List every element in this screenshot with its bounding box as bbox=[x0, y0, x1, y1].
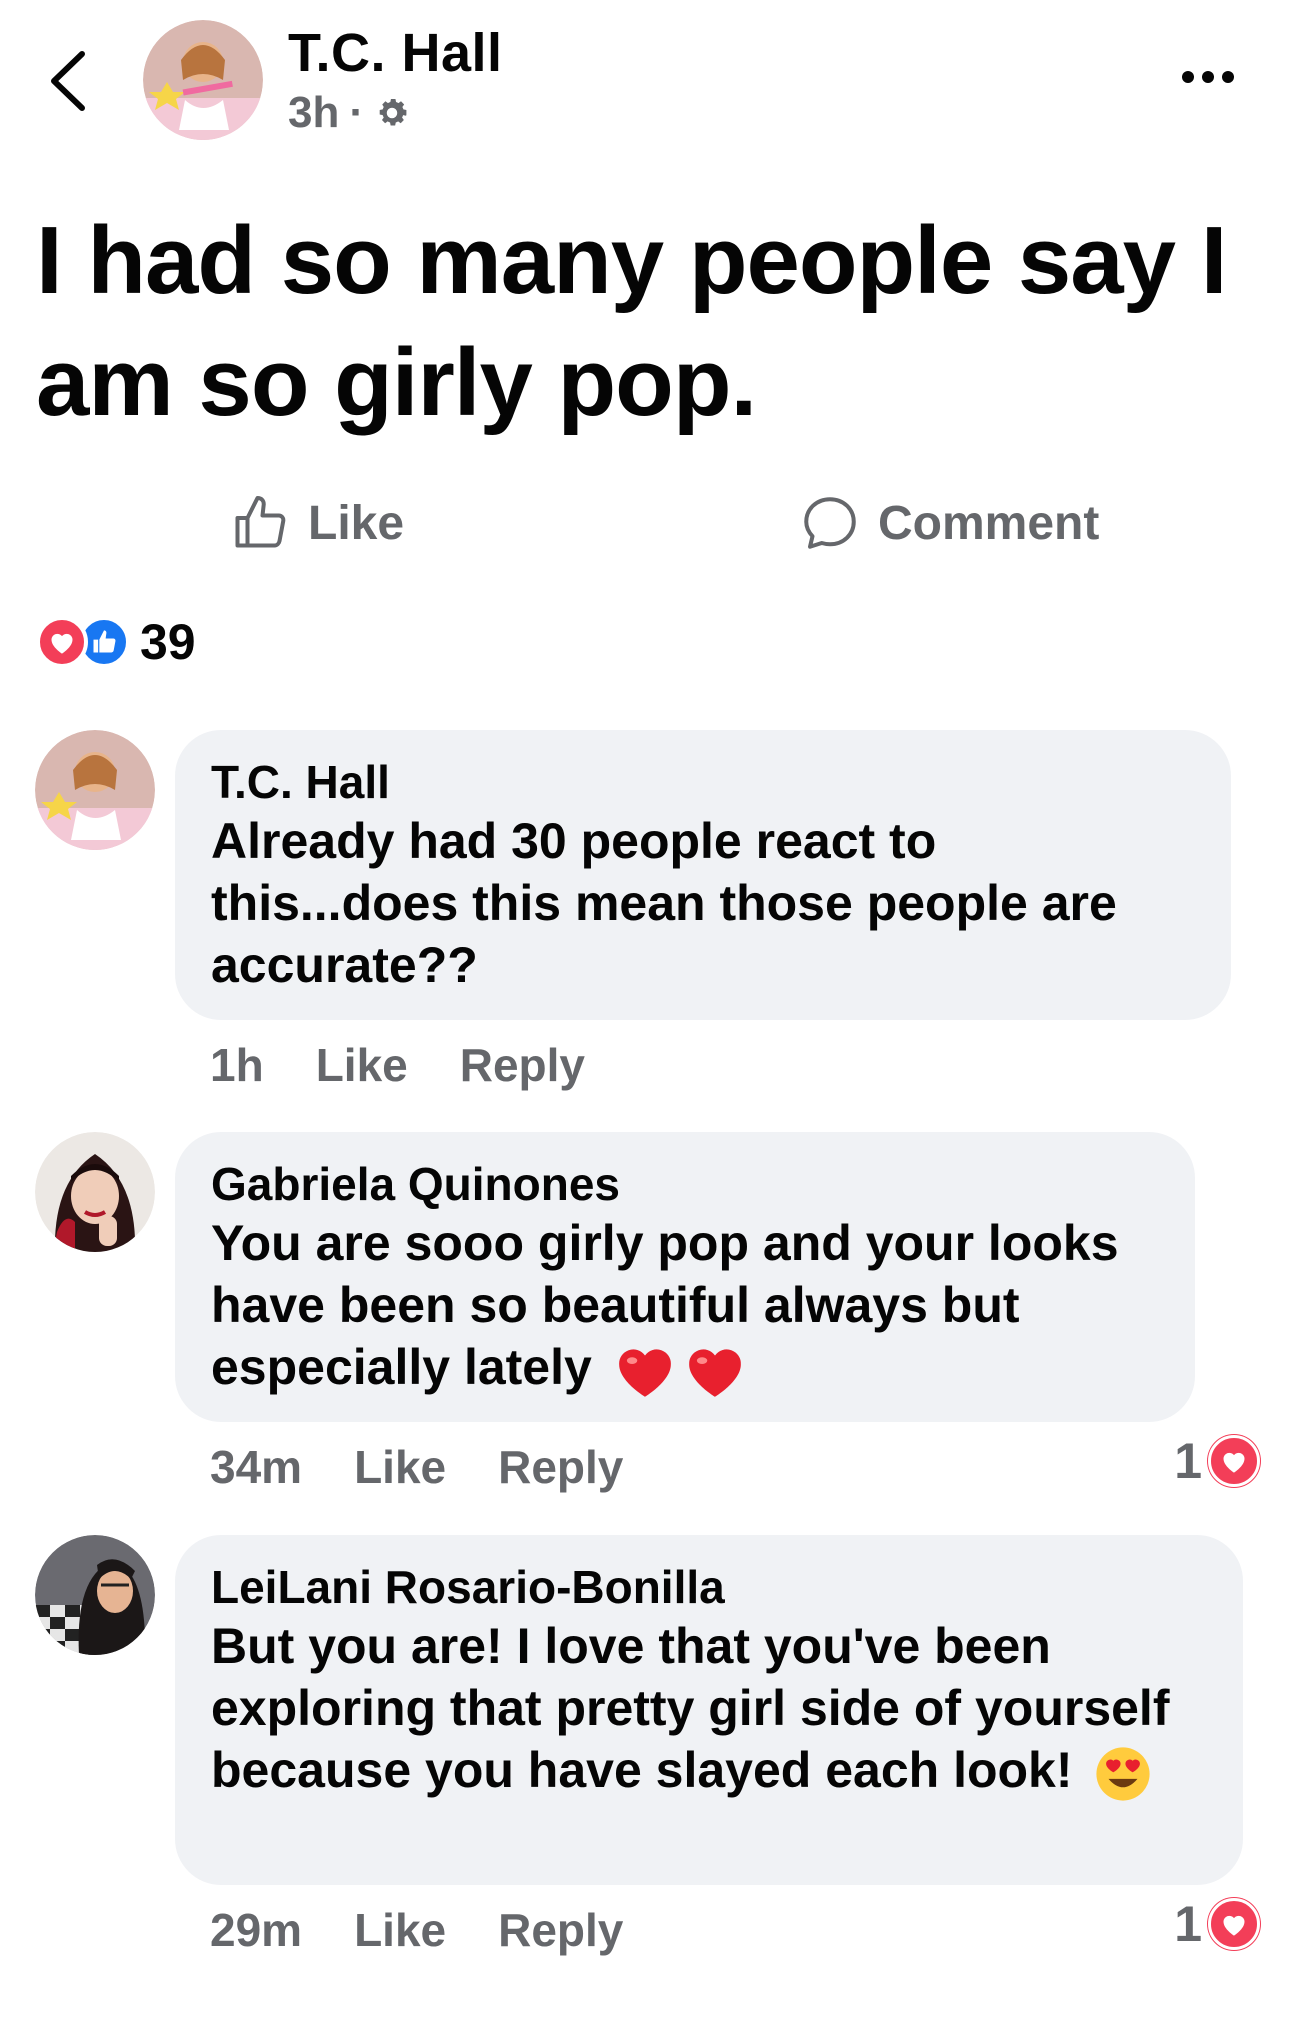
post-time[interactable]: 3h bbox=[288, 88, 339, 138]
comment-actions: 34m Like Reply bbox=[210, 1440, 623, 1494]
avatar[interactable] bbox=[35, 1132, 155, 1252]
comment-author[interactable]: Gabriela Quinones bbox=[211, 1156, 1159, 1212]
comment-author[interactable]: LeiLani Rosario-Bonilla bbox=[211, 1559, 1207, 1615]
chevron-left-icon bbox=[51, 51, 85, 111]
avatar[interactable] bbox=[35, 1535, 155, 1655]
comment-reactions[interactable]: 1 bbox=[1174, 1895, 1260, 1953]
dot bbox=[1202, 71, 1214, 83]
comment-reaction-count: 1 bbox=[1174, 1896, 1202, 1952]
author-name[interactable]: T.C. Hall bbox=[288, 22, 503, 84]
love-icon bbox=[1208, 1898, 1260, 1950]
comment-reply-button[interactable]: Reply bbox=[460, 1038, 585, 1092]
gear-icon bbox=[379, 99, 407, 126]
comment-actions: 1h Like Reply bbox=[210, 1038, 585, 1092]
comment-actions: 29m Like Reply bbox=[210, 1903, 623, 1957]
comment-text: Already had 30 people react to this...do… bbox=[211, 813, 1117, 993]
post-meta: 3h · bbox=[288, 88, 410, 138]
like-label: Like bbox=[308, 496, 405, 550]
comment-reactions[interactable]: 1 bbox=[1174, 1432, 1260, 1490]
meta-separator: · bbox=[349, 88, 365, 137]
comment-icon bbox=[804, 497, 856, 549]
dot bbox=[1222, 71, 1234, 83]
like-button[interactable]: Like bbox=[230, 488, 404, 558]
author-avatar[interactable] bbox=[143, 20, 263, 140]
post-header: T.C. Hall 3h · bbox=[0, 0, 1290, 150]
red-heart-emoji-icon bbox=[618, 1349, 671, 1397]
comment-text-block: You are sooo girly pop and your looks ha… bbox=[211, 1212, 1159, 1400]
post-text: I had so many people say I am so girly p… bbox=[36, 207, 1227, 436]
comment-text-block: But you are! I love that you've been exp… bbox=[211, 1615, 1207, 1803]
comment-reaction-count: 1 bbox=[1174, 1433, 1202, 1489]
reaction-summary[interactable]: 39 bbox=[36, 612, 196, 672]
comment-time[interactable]: 29m bbox=[210, 1903, 302, 1957]
comment-like-button[interactable]: Like bbox=[354, 1903, 446, 1957]
reaction-count: 39 bbox=[140, 614, 196, 670]
comment-like-button[interactable]: Like bbox=[354, 1440, 446, 1494]
comment-bubble: Gabriela Quinones You are sooo girly pop… bbox=[175, 1132, 1195, 1422]
comment-label: Comment bbox=[878, 496, 1100, 550]
comment-time[interactable]: 34m bbox=[210, 1440, 302, 1494]
thumbs-up-icon bbox=[235, 496, 286, 548]
comment-button[interactable]: Comment bbox=[800, 488, 1099, 558]
love-icon bbox=[1208, 1435, 1260, 1487]
love-icon bbox=[36, 616, 88, 668]
dot bbox=[1182, 71, 1194, 83]
heart-eyes-emoji-icon bbox=[1096, 1747, 1150, 1801]
comment-like-button[interactable]: Like bbox=[316, 1038, 408, 1092]
comment-reply-button[interactable]: Reply bbox=[498, 1440, 623, 1494]
red-heart-emoji-icon bbox=[688, 1349, 741, 1397]
avatar[interactable] bbox=[35, 730, 155, 850]
comment-text: But you are! I love that you've been exp… bbox=[211, 1618, 1170, 1798]
comment-time[interactable]: 1h bbox=[210, 1038, 264, 1092]
comment-bubble: LeiLani Rosario-Bonilla But you are! I l… bbox=[175, 1535, 1243, 1885]
comment-author[interactable]: T.C. Hall bbox=[211, 754, 1195, 810]
more-options-button[interactable] bbox=[1182, 62, 1242, 92]
comment-bubble: T.C. Hall Already had 30 people react to… bbox=[175, 730, 1231, 1020]
back-button[interactable] bbox=[44, 46, 94, 116]
comment-reply-button[interactable]: Reply bbox=[498, 1903, 623, 1957]
